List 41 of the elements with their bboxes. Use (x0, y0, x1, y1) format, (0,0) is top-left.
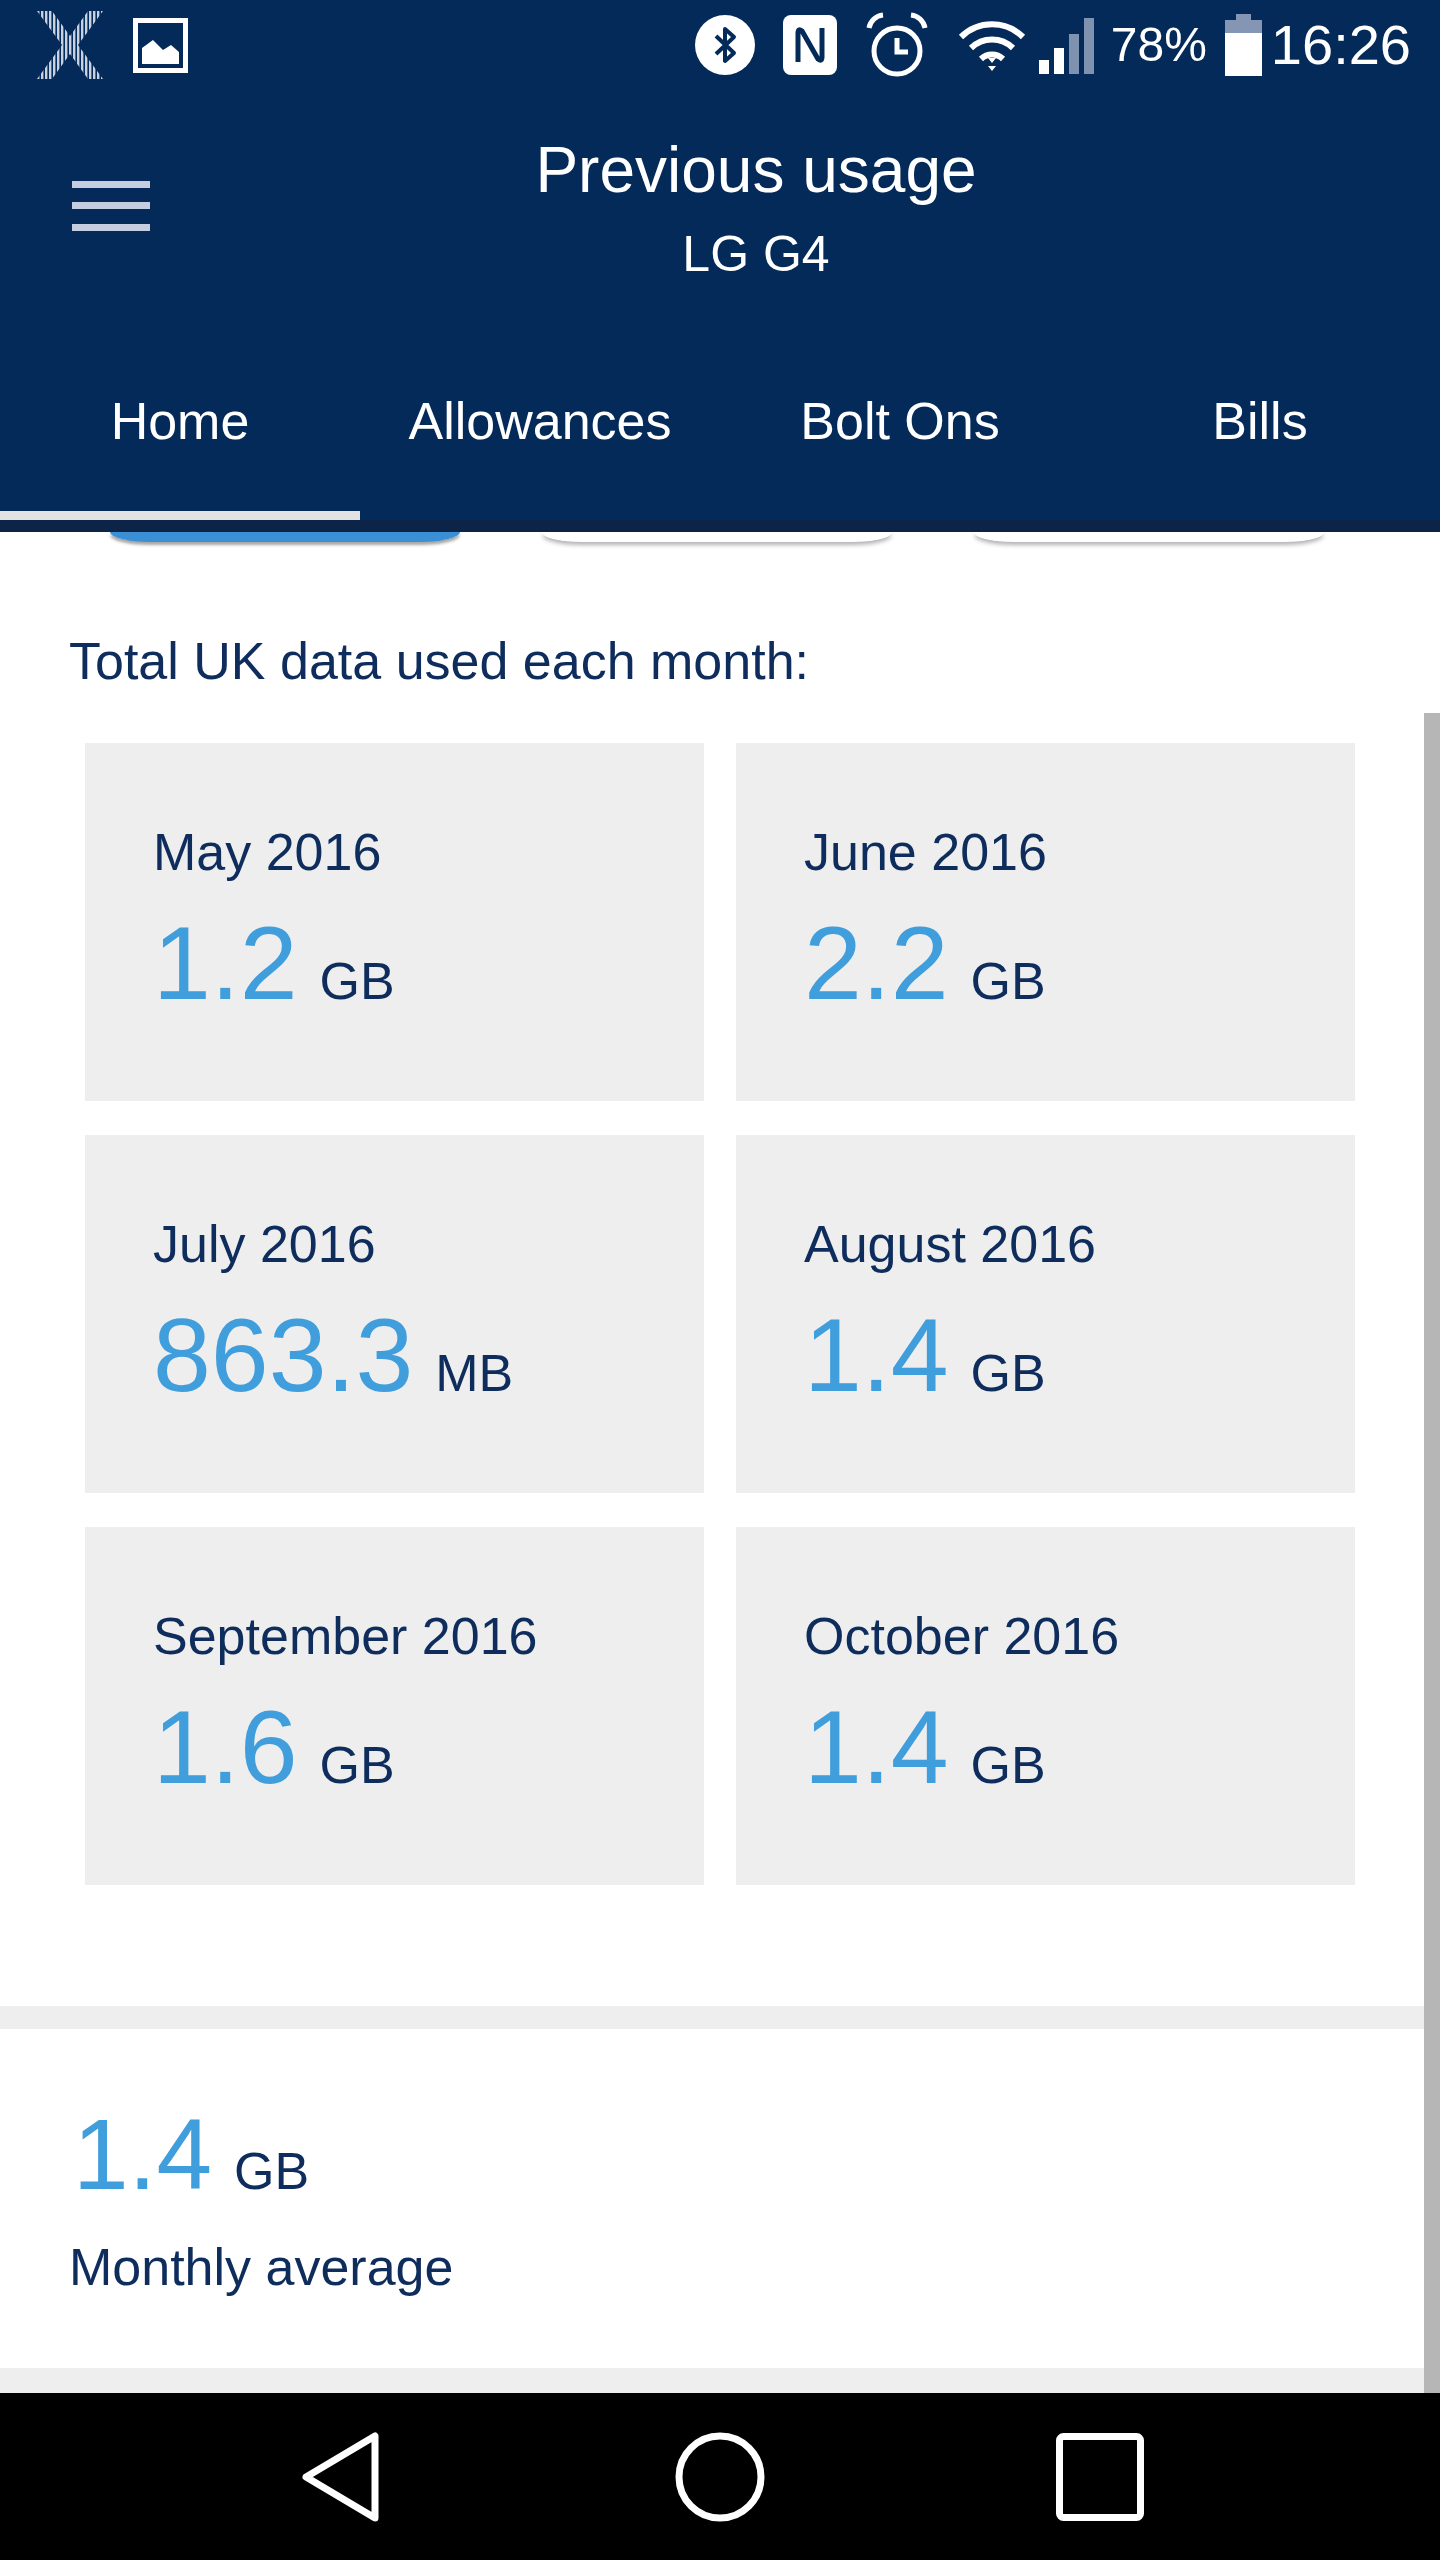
month-label: August 2016 (804, 1214, 1097, 1275)
month-label: June 2016 (804, 822, 1047, 883)
usage-value: 1.4 (804, 1303, 949, 1407)
month-label: July 2016 (153, 1214, 376, 1275)
tab[interactable]: Bills (1080, 330, 1440, 520)
menu-icon[interactable] (72, 181, 150, 231)
usage-value: 863.3 (153, 1303, 414, 1407)
month-label: September 2016 (153, 1606, 538, 1667)
section-heading: Total UK data used each month: (69, 631, 809, 692)
battery-percent: 78% (1110, 21, 1207, 69)
battery-icon (1224, 14, 1262, 76)
usage-value: 1.6 (153, 1695, 298, 1799)
usage-value: 1.2 (153, 911, 298, 1015)
average-unit: GB (234, 2145, 310, 2197)
average-value: 1.4 (73, 2104, 212, 2204)
average-label: Monthly average (69, 2237, 454, 2298)
usage-unit: GB (970, 1347, 1046, 1399)
tab[interactable]: Allowances (360, 330, 720, 520)
usage-unit: GB (319, 1739, 395, 1791)
nfc-icon (782, 15, 837, 75)
usage-unit: MB (435, 1347, 514, 1399)
tab[interactable]: Bolt Ons (720, 330, 1080, 520)
signal-bars-icon (1038, 16, 1096, 74)
month-label: October 2016 (804, 1606, 1120, 1667)
bluetooth-icon (694, 15, 755, 75)
circle-icon[interactable] (675, 2432, 765, 2522)
month-label: May 2016 (153, 822, 382, 883)
screen-title: Previous usage (535, 133, 977, 208)
usage-unit: GB (970, 1739, 1046, 1791)
triangle-icon[interactable] (300, 2431, 380, 2523)
square-icon[interactable] (1056, 2433, 1144, 2521)
device-name: LG G4 (682, 225, 830, 284)
picture-icon (133, 17, 188, 73)
usage-value: 2.2 (804, 911, 949, 1015)
usage-unit: GB (970, 955, 1046, 1007)
clock-time: 16:26 (1270, 17, 1411, 73)
x-logo-icon (37, 11, 103, 79)
usage-value: 1.4 (804, 1695, 949, 1799)
usage-unit: GB (319, 955, 395, 1007)
tab[interactable]: Home (0, 330, 360, 520)
alarm-clock-icon (864, 11, 929, 79)
